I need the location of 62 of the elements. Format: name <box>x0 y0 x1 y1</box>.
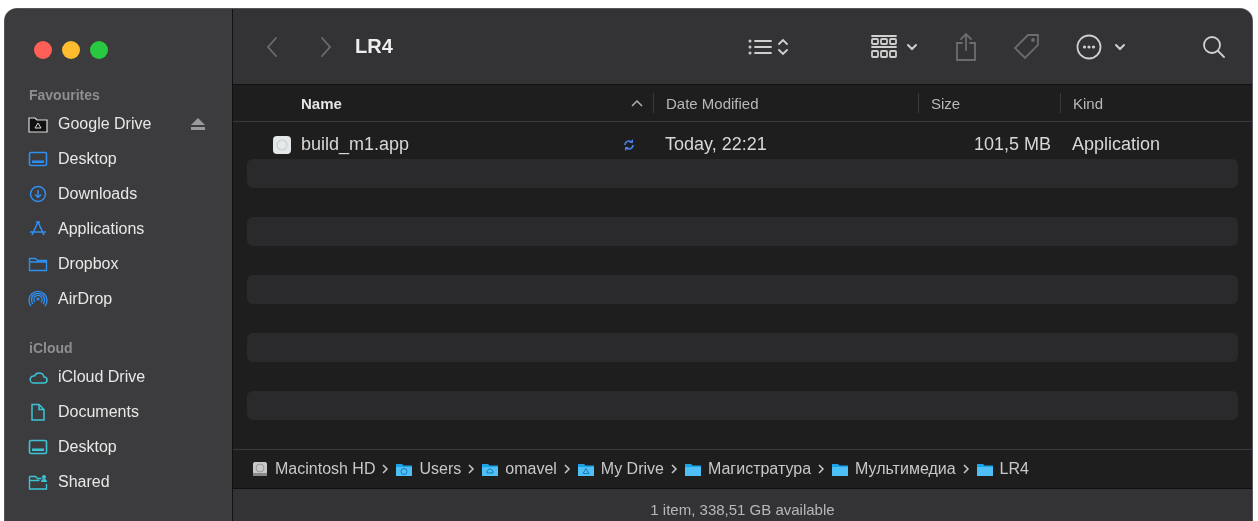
path-item[interactable]: Users <box>419 460 462 478</box>
chevron-right-icon <box>961 463 970 475</box>
airdrop-icon <box>28 289 48 308</box>
drive-folder-icon <box>28 114 48 133</box>
chevron-right-icon <box>562 463 571 475</box>
shared-folder-icon <box>28 472 48 491</box>
tag-icon[interactable] <box>1012 31 1042 62</box>
users-folder-icon <box>395 461 414 477</box>
app-store-icon <box>28 219 48 238</box>
column-header[interactable]: Name <box>301 94 342 112</box>
sort-ascending-icon[interactable] <box>631 99 643 107</box>
sidebar-section-title: Favourites <box>29 87 101 103</box>
sidebar-item[interactable]: Shared <box>58 472 206 491</box>
folder-icon <box>683 461 702 477</box>
file-size: 101,5 MB <box>973 134 1051 154</box>
drive-folder-icon <box>576 461 595 477</box>
desktop-icon <box>28 437 48 456</box>
desktop-icon <box>28 149 48 168</box>
app-icon <box>272 134 292 155</box>
path-item[interactable]: Macintosh HD <box>275 460 376 478</box>
sidebar-item[interactable]: Applications <box>58 219 206 238</box>
file-name[interactable]: build_m1.app <box>301 134 614 155</box>
file-kind: Application <box>1072 134 1161 154</box>
more-options-icon[interactable] <box>1076 32 1126 61</box>
path-item[interactable]: My Drive <box>600 460 664 478</box>
search-icon[interactable] <box>1202 34 1226 59</box>
folder-icon <box>975 461 994 477</box>
status-text: 1 item, 338,51 GB available <box>650 500 835 518</box>
column-header[interactable]: Date Modified <box>666 94 759 112</box>
sidebar-item[interactable]: iCloud Drive <box>58 367 206 386</box>
eject-icon[interactable] <box>190 116 206 131</box>
sidebar-item[interactable]: Dropbox <box>58 254 206 273</box>
column-header[interactable]: Size <box>931 94 961 112</box>
folder-icon <box>831 461 850 477</box>
group-icon[interactable] <box>870 33 920 60</box>
back-icon[interactable] <box>265 35 279 58</box>
chevron-right-icon <box>669 463 678 475</box>
path-item[interactable]: Магистратура <box>707 460 812 478</box>
home-folder-icon <box>481 461 500 477</box>
zoom-button[interactable] <box>90 41 108 59</box>
close-button[interactable] <box>34 41 52 59</box>
date-modified: Today, 22:21 <box>665 134 767 154</box>
path-item[interactable]: Мультимедиа <box>855 460 956 478</box>
sidebar-item[interactable]: Downloads <box>58 184 206 203</box>
path-item[interactable]: LR4 <box>999 460 1029 478</box>
minimize-button[interactable] <box>62 41 80 59</box>
sidebar-item[interactable]: Desktop <box>58 437 206 456</box>
chevron-right-icon <box>467 463 476 475</box>
sidebar-item[interactable]: Google Drive <box>58 114 180 133</box>
chevron-right-icon <box>381 463 390 475</box>
sidebar-section-title: iCloud <box>29 340 74 356</box>
sidebar-item[interactable]: AirDrop <box>58 289 206 308</box>
sidebar-item[interactable]: Documents <box>58 402 206 421</box>
share-icon[interactable] <box>954 31 978 62</box>
document-icon <box>28 402 48 421</box>
sidebar-item[interactable]: Desktop <box>58 149 206 168</box>
download-icon <box>28 184 48 203</box>
chevron-right-icon <box>817 463 826 475</box>
forward-icon[interactable] <box>319 35 333 58</box>
window-title: LR4 <box>355 35 394 58</box>
path-item[interactable]: omavel <box>505 460 557 478</box>
column-header[interactable]: Kind <box>1073 94 1104 112</box>
